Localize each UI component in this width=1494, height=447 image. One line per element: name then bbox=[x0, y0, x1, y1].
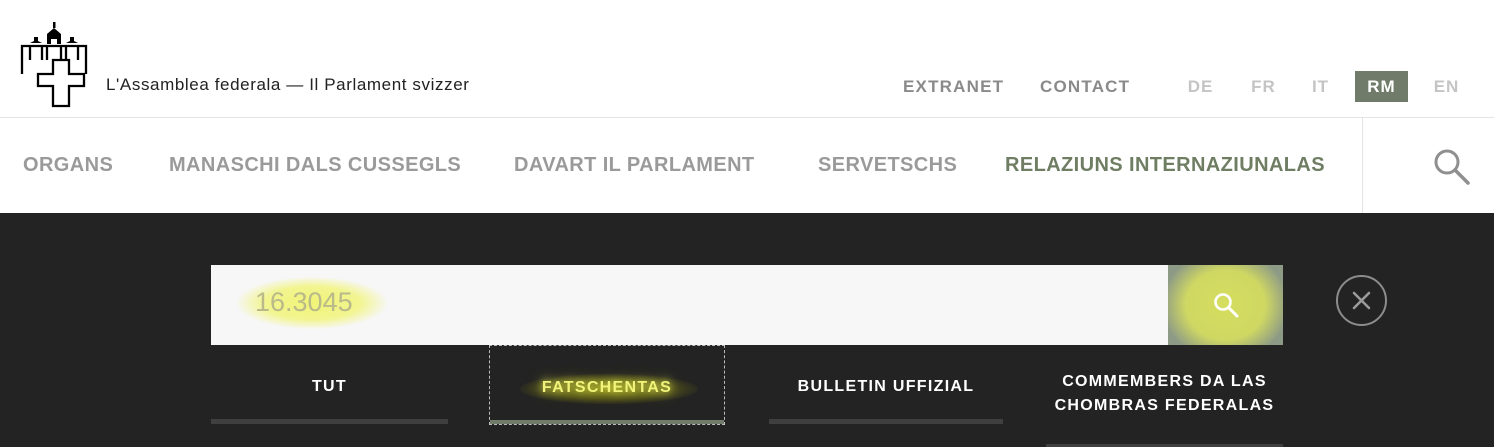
tab-official-bulletin[interactable]: BULLETIN UFFIZIAL bbox=[769, 345, 1003, 425]
search-input-value: 16.3045 bbox=[255, 287, 353, 317]
language-fr[interactable]: FR bbox=[1237, 71, 1290, 102]
tab-members-federal-chambers[interactable]: COMMEMBERS DA LAS CHOMBRAS FEDERALAS bbox=[1046, 345, 1283, 447]
tab-label: FATSCHENTAS bbox=[541, 379, 673, 396]
nav-item-members[interactable]: MANASCHI DALS CUSSEGLS bbox=[169, 154, 461, 177]
search-submit-button[interactable] bbox=[1168, 265, 1283, 345]
nav-item-international-relations[interactable]: RELAZIUNS INTERNAZIUNALAS bbox=[1005, 154, 1325, 177]
tab-underline bbox=[769, 419, 1003, 424]
swiss-parliament-logo[interactable] bbox=[20, 20, 90, 110]
nav-item-organs[interactable]: ORGANS bbox=[23, 154, 113, 177]
nav-item-services[interactable]: SERVETSCHS bbox=[818, 154, 957, 177]
tab-underline bbox=[490, 420, 724, 424]
search-input[interactable]: 16.3045 bbox=[211, 265, 1168, 345]
language-en[interactable]: EN bbox=[1420, 71, 1473, 102]
tab-label: BULLETIN UFFIZIAL bbox=[797, 378, 975, 395]
search-overlay: 16.3045 TUT FATSCHENTAS BULLETIN UFFIZIA… bbox=[0, 213, 1494, 447]
contact-link[interactable]: CONTACT bbox=[1040, 77, 1130, 97]
extranet-link[interactable]: EXTRANET bbox=[903, 77, 1004, 97]
language-it[interactable]: IT bbox=[1294, 71, 1347, 102]
close-icon bbox=[1352, 291, 1371, 310]
tab-label: COMMEMBERS DA LAS CHOMBRAS FEDERALAS bbox=[1054, 373, 1275, 414]
nav-divider bbox=[1362, 118, 1363, 213]
language-rm[interactable]: RM bbox=[1355, 71, 1408, 102]
tab-label: TUT bbox=[311, 378, 347, 395]
tab-underline bbox=[211, 419, 448, 424]
close-search-button[interactable] bbox=[1336, 275, 1387, 326]
site-title[interactable]: L'Assamblea federala — Il Parlament sviz… bbox=[106, 75, 470, 95]
language-de[interactable]: DE bbox=[1174, 71, 1227, 102]
search-icon[interactable] bbox=[1430, 146, 1474, 190]
nav-item-about-parliament[interactable]: DAVART IL PARLAMENT bbox=[514, 154, 755, 177]
search-icon bbox=[1214, 293, 1239, 318]
tab-all[interactable]: TUT bbox=[211, 345, 448, 425]
tab-affairs[interactable]: FATSCHENTAS bbox=[489, 345, 725, 425]
main-navigation: ORGANS MANASCHI DALS CUSSEGLS DAVART IL … bbox=[0, 118, 1494, 213]
top-header: L'Assamblea federala — Il Parlament sviz… bbox=[0, 0, 1494, 118]
